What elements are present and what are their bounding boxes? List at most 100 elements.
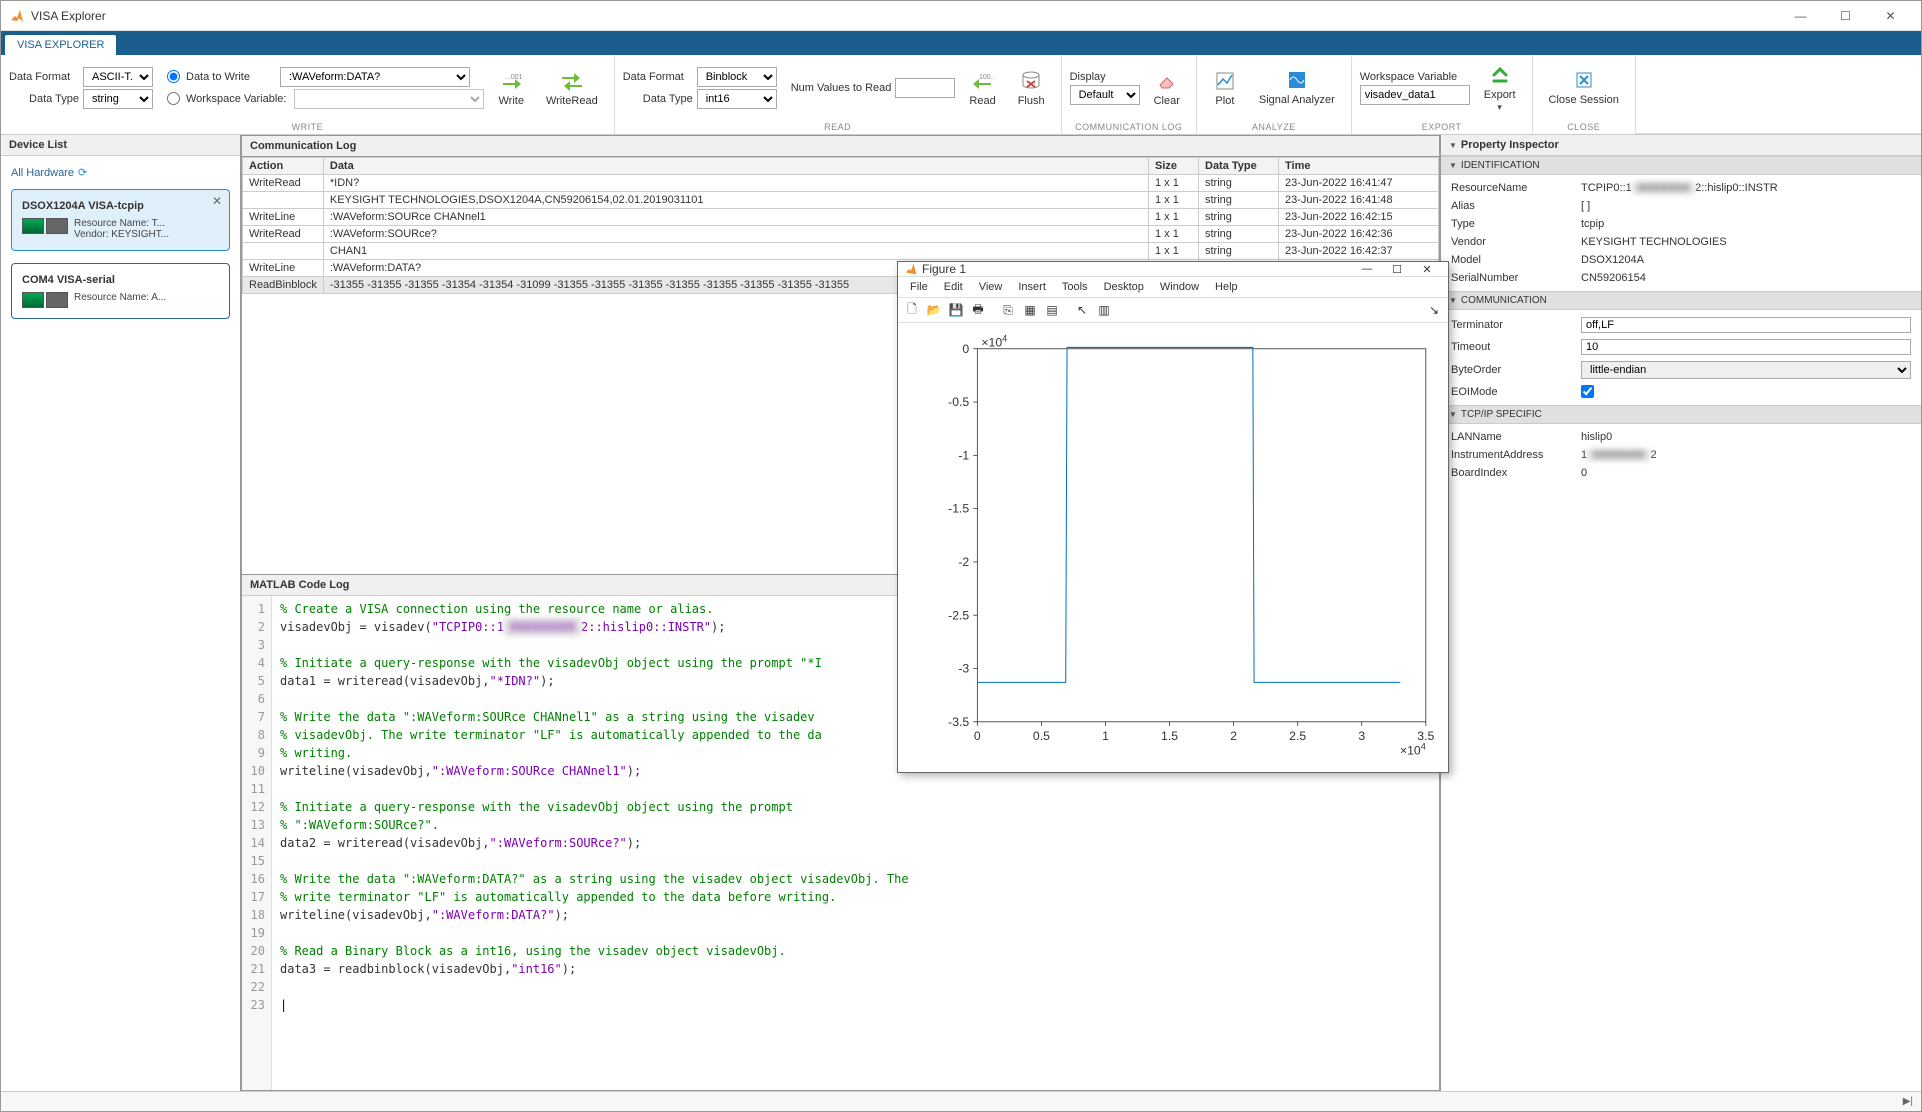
prop-value: TCPIP0::1XXXXXXX2::hislip0::INSTR [1581, 182, 1911, 194]
writeread-icon [560, 69, 584, 93]
display-select[interactable]: Default [1070, 85, 1140, 105]
tab-strip: VISA EXPLORER [1, 31, 1921, 55]
figure-axes[interactable]: -3.5-3-2.5-2-1.5-1-0.5000.511.522.533.5×… [898, 323, 1448, 774]
prop-value: CN59206154 [1581, 272, 1911, 284]
dock-icon[interactable]: ↘ [1424, 300, 1444, 320]
prop-value: [ ] [1581, 200, 1911, 212]
figure-maximize-button[interactable]: ☐ [1382, 263, 1412, 276]
legend-icon[interactable]: ▤ [1042, 300, 1062, 320]
log-row[interactable]: WriteLine:WAVeform:SOURce CHANnel11 x 1s… [243, 209, 1439, 226]
read-button[interactable]: 100... Read [961, 65, 1003, 111]
prop-section-header[interactable]: ▼ TCP/IP SPECIFIC [1441, 405, 1921, 424]
read-icon: 100... [971, 69, 995, 93]
write-data-format-select[interactable]: ASCII-T... [83, 67, 153, 87]
read-group: Data Format Binblock Data Type int16 Num… [615, 55, 1062, 134]
tab-visa-explorer[interactable]: VISA EXPLORER [5, 35, 116, 55]
figure-titlebar[interactable]: Figure 1 — ☐ ✕ [898, 262, 1448, 277]
figure-window[interactable]: Figure 1 — ☐ ✕ FileEditViewInsertToolsDe… [897, 261, 1449, 773]
matlab-icon [9, 8, 25, 24]
prop-input[interactable] [1581, 317, 1911, 333]
open-icon[interactable]: 📂 [924, 300, 944, 320]
eraser-icon [1155, 69, 1179, 93]
refresh-icon[interactable]: ⟳ [78, 166, 87, 179]
device-card[interactable]: ✕ DSOX1204A VISA-tcpip Resource Name: T.… [11, 189, 230, 251]
figure-close-button[interactable]: ✕ [1412, 263, 1442, 276]
pointer-icon[interactable]: ↖ [1072, 300, 1092, 320]
flush-icon [1019, 69, 1043, 93]
close-session-button[interactable]: Close Session [1541, 64, 1627, 110]
num-values-input[interactable] [895, 78, 955, 98]
figure-menu-item[interactable]: Desktop [1096, 279, 1152, 295]
log-column-header[interactable]: Data [323, 158, 1148, 175]
figure-menu-item[interactable]: File [902, 279, 936, 295]
link-icon[interactable]: ⎘ [998, 300, 1018, 320]
prop-key: ResourceName [1451, 182, 1581, 194]
save-icon[interactable]: 💾 [946, 300, 966, 320]
workspace-variable-radio[interactable] [167, 92, 180, 105]
new-figure-icon[interactable]: 🗋 [902, 300, 922, 320]
wsvar-input[interactable] [1360, 85, 1470, 105]
plot-button[interactable]: Plot [1205, 65, 1245, 111]
prop-value: 0 [1581, 467, 1911, 479]
log-row[interactable]: WriteRead:WAVeform:SOURce?1 x 1string23-… [243, 226, 1439, 243]
log-column-header[interactable]: Size [1149, 158, 1199, 175]
maximize-button[interactable]: ☐ [1823, 2, 1868, 30]
print-icon[interactable]: 🖶 [968, 300, 988, 320]
svg-text:0.5: 0.5 [1033, 729, 1050, 743]
writeread-button[interactable]: WriteRead [538, 65, 606, 111]
close-button[interactable]: ✕ [1868, 2, 1913, 30]
figure-menu-item[interactable]: Help [1207, 279, 1246, 295]
data-to-write-radio[interactable] [167, 70, 180, 83]
prop-key: Timeout [1451, 341, 1581, 353]
flush-button[interactable]: Flush [1010, 65, 1053, 111]
export-button[interactable]: Export ▼ [1476, 59, 1524, 116]
close-session-icon [1572, 68, 1596, 92]
log-row[interactable]: CHAN11 x 1string23-Jun-2022 16:42:37 [243, 243, 1439, 260]
data-to-write-input[interactable]: :WAVeform:DATA? [280, 67, 470, 87]
prop-key: Vendor [1451, 236, 1581, 248]
minimize-button[interactable]: — [1778, 2, 1823, 30]
prop-section-header[interactable]: ▼ COMMUNICATION [1441, 291, 1921, 310]
device-meta: Resource Name: A... [74, 292, 219, 303]
log-row[interactable]: KEYSIGHT TECHNOLOGIES,DSOX1204A,CN592061… [243, 192, 1439, 209]
svg-text:2: 2 [1230, 729, 1237, 743]
prop-select[interactable]: little-endian [1581, 361, 1911, 379]
log-column-header[interactable]: Time [1279, 158, 1439, 175]
write-icon: ...001 [499, 69, 523, 93]
log-column-header[interactable]: Data Type [1199, 158, 1279, 175]
figure-menu-item[interactable]: Window [1152, 279, 1207, 295]
device-filter[interactable]: All Hardware ⟳ [11, 166, 87, 179]
prop-value: hislip0 [1581, 431, 1911, 443]
device-card[interactable]: COM4 VISA-serial Resource Name: A... [11, 263, 230, 319]
device-card-close-icon[interactable]: ✕ [209, 194, 225, 210]
signal-analyzer-button[interactable]: Signal Analyzer [1251, 64, 1343, 110]
figure-menu-item[interactable]: Insert [1010, 279, 1054, 295]
log-column-header[interactable]: Action [243, 158, 324, 175]
clear-button[interactable]: Clear [1146, 65, 1188, 111]
figure-menu-item[interactable]: Edit [936, 279, 971, 295]
device-icon [22, 218, 68, 234]
write-data-type-select[interactable]: string [83, 89, 153, 109]
figure-menu-item[interactable]: Tools [1054, 279, 1096, 295]
figure-minimize-button[interactable]: — [1352, 263, 1382, 275]
log-row[interactable]: WriteRead*IDN?1 x 1string23-Jun-2022 16:… [243, 175, 1439, 192]
write-button[interactable]: ...001 Write [490, 65, 531, 111]
prop-checkbox[interactable] [1581, 385, 1594, 398]
read-data-format-select[interactable]: Binblock [697, 67, 777, 87]
prop-row: Terminator [1441, 314, 1921, 336]
prop-section-header[interactable]: ▼ IDENTIFICATION [1441, 156, 1921, 175]
figure-icon [904, 262, 918, 276]
read-data-type-select[interactable]: int16 [697, 89, 777, 109]
status-bar: ▶| [1, 1091, 1921, 1111]
svg-text:-2.5: -2.5 [948, 608, 969, 622]
figure-menu-item[interactable]: View [971, 279, 1011, 295]
figure-menu: FileEditViewInsertToolsDesktopWindowHelp [898, 277, 1448, 298]
edit-plot-icon[interactable]: ▥ [1094, 300, 1114, 320]
workspace-variable-select[interactable] [294, 89, 484, 109]
prop-row: ByteOrderlittle-endian [1441, 358, 1921, 382]
svg-text:3: 3 [1358, 729, 1365, 743]
colorbar-icon[interactable]: ▦ [1020, 300, 1040, 320]
read-data-type-label: Data Type [623, 93, 693, 105]
svg-text:...001: ...001 [505, 74, 523, 81]
prop-input[interactable] [1581, 339, 1911, 355]
